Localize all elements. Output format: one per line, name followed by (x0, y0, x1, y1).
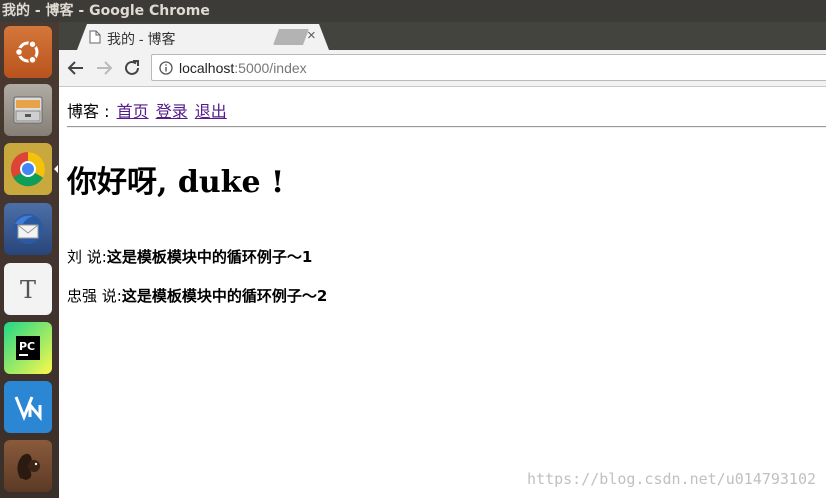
post-body: 这是模板模块中的循环例子～1 (106, 248, 313, 266)
page-title: 你好呀, duke ! (67, 165, 285, 200)
chrome-icon[interactable] (4, 143, 52, 195)
reload-icon (125, 60, 139, 75)
forward-arrow-icon (97, 61, 113, 75)
tab-title: 我的 - 博客 (107, 31, 176, 47)
url-text[interactable]: localhost:5000/index (179, 60, 307, 76)
back-button[interactable] (63, 55, 89, 81)
nav-link-logout[interactable]: 退出 (195, 102, 227, 121)
squirrel-icon[interactable] (4, 440, 52, 492)
tab-strip: 我的 - 博客 × (59, 22, 826, 50)
thunderbird-icon[interactable] (4, 203, 52, 255)
files-icon[interactable] (4, 84, 52, 136)
text-editor-icon[interactable]: T (4, 263, 52, 315)
post-author: 刘 (67, 248, 83, 266)
browser-toolbar: localhost:5000/index (59, 50, 826, 87)
back-arrow-icon (67, 61, 83, 75)
page-content: 博客 : 首页 登录 退出 你好呀, duke ! 刘 说:这是模板模块中的循环… (59, 87, 826, 498)
vnc-viewer-icon[interactable] (4, 381, 52, 433)
address-bar[interactable]: localhost:5000/index (151, 54, 826, 81)
nav-link-login[interactable]: 登录 (156, 102, 188, 121)
reload-button[interactable] (119, 55, 145, 81)
watermark: https://blog.csdn.net/u014793102 (527, 470, 816, 488)
launcher: T PC (0, 22, 60, 498)
post-says: 说: (82, 248, 107, 266)
post-author: 忠强 (67, 287, 98, 305)
active-indicator-icon (54, 165, 58, 173)
post-body: 这是模板模块中的循环例子～2 (121, 287, 328, 305)
site-nav-prefix: 博客 : (67, 102, 110, 121)
list-item: 刘 说:这是模板模块中的循环例子～1 (67, 246, 312, 267)
new-tab-button[interactable] (273, 29, 309, 45)
svg-text:PC: PC (19, 340, 35, 353)
forward-button[interactable] (91, 55, 117, 81)
ubuntu-dash-icon[interactable] (4, 26, 52, 78)
divider (67, 126, 826, 128)
url-host: localhost (179, 60, 235, 76)
post-says: 说: (97, 287, 122, 305)
url-path: :5000/index (234, 60, 307, 76)
site-nav: 博客 : 首页 登录 退出 (67, 98, 227, 122)
nav-link-home[interactable]: 首页 (117, 102, 149, 121)
pycharm-icon[interactable]: PC (4, 322, 52, 374)
window-title-bar: 我的 - 博客 - Google Chrome (0, 0, 826, 22)
document-icon (89, 30, 101, 44)
list-item: 忠强 说:这是模板模块中的循环例子～2 (67, 285, 327, 306)
info-icon[interactable] (159, 61, 173, 75)
browser-window: 我的 - 博客 × localhost:5000/index 博客 : 首页 登… (59, 22, 826, 498)
svg-text:T: T (20, 276, 36, 304)
